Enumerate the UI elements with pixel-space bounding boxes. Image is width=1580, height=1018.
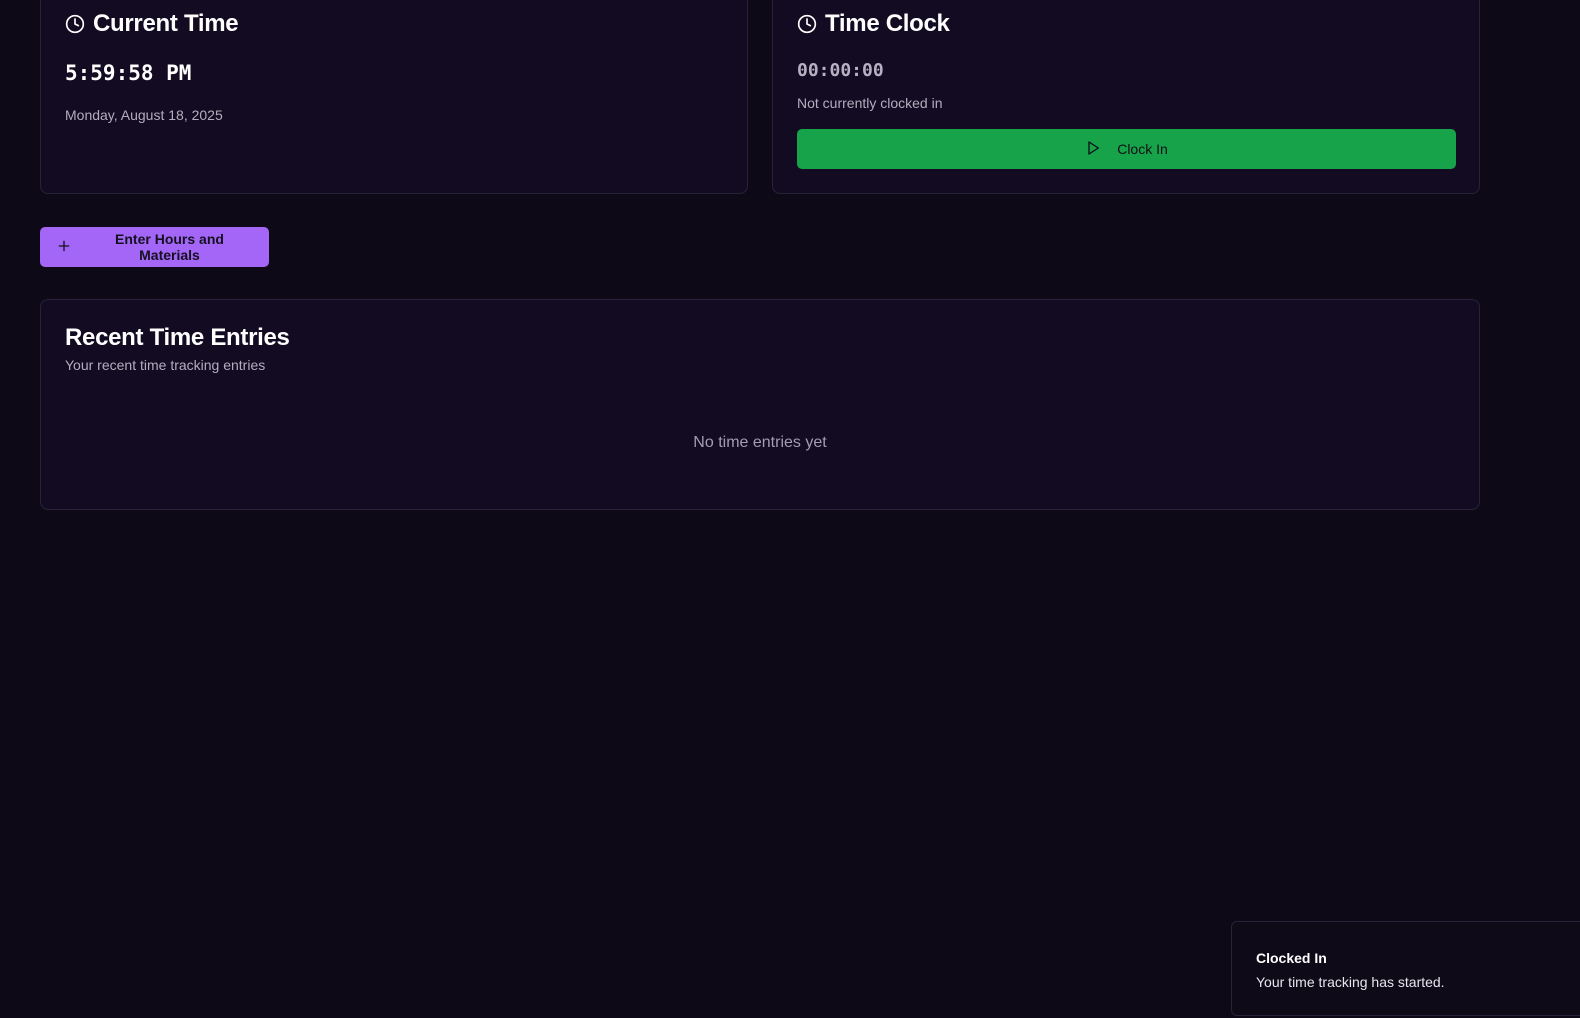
recent-entries-title: Recent Time Entries: [65, 324, 290, 351]
elapsed-timer: 00:00:00: [797, 60, 884, 81]
time-clock-header: Time Clock: [797, 10, 950, 38]
toast-notification[interactable]: Clocked In Your time tracking has starte…: [1231, 921, 1580, 1016]
current-time-header: Current Time: [65, 10, 239, 38]
play-icon: [1085, 140, 1101, 159]
current-date-value: Monday, August 18, 2025: [65, 107, 223, 123]
time-clock-title: Time Clock: [825, 10, 950, 37]
current-time-card: Current Time 5:59:58 PM Monday, August 1…: [40, 0, 748, 194]
toast-title: Clocked In: [1256, 950, 1327, 966]
clock-in-label: Clock In: [1117, 141, 1168, 157]
enter-hours-label: Enter Hours and Materials: [115, 231, 224, 263]
recent-time-entries-card: Recent Time Entries Your recent time tra…: [40, 299, 1480, 510]
current-time-value: 5:59:58 PM: [65, 61, 192, 85]
time-tracking-page: Current Time 5:59:58 PM Monday, August 1…: [0, 0, 1580, 1018]
clock-icon: [65, 14, 85, 34]
plus-icon: [56, 238, 72, 257]
clock-icon: [797, 14, 817, 34]
clock-in-button[interactable]: Clock In: [797, 129, 1456, 169]
enter-hours-materials-button[interactable]: Enter Hours and Materials: [40, 227, 269, 267]
recent-entries-subtitle: Your recent time tracking entries: [65, 357, 266, 373]
time-clock-card: Time Clock 00:00:00 Not currently clocke…: [772, 0, 1480, 194]
toast-description: Your time tracking has started.: [1256, 974, 1445, 990]
current-time-title: Current Time: [93, 10, 239, 37]
clock-status-text: Not currently clocked in: [797, 95, 943, 111]
empty-entries-message: No time entries yet: [693, 434, 827, 451]
